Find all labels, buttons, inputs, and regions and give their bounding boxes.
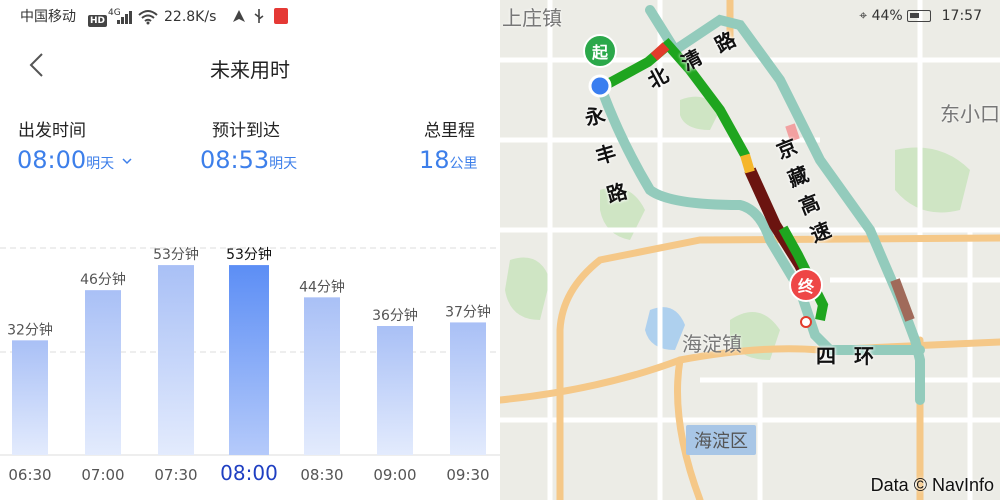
depart-day: 明天: [86, 156, 115, 172]
carrier-name: 中国移动: [20, 9, 76, 25]
bar-value-label: 53分钟: [153, 246, 199, 263]
total-distance: 18公里: [419, 146, 478, 174]
start-marker[interactable]: 起: [583, 34, 617, 68]
travel-time-chart: 32分钟 06:30 46分钟 07:00 53分钟 07:30 53分钟 08:00 44分钟…: [0, 246, 500, 485]
chart-bar-selected[interactable]: [229, 265, 269, 455]
chart-bar[interactable]: [450, 322, 486, 455]
x-tick-label[interactable]: 09:30: [446, 466, 489, 484]
bar-value-label: 44分钟: [299, 278, 345, 295]
wifi-icon: [138, 10, 158, 25]
location-icon: ⌖: [859, 8, 868, 24]
route-segment-slow: [740, 153, 755, 174]
place-label-dongxiaokou: 东小口: [940, 102, 1000, 126]
signal-icon: [117, 11, 132, 24]
arrive-time-value: 08:53: [200, 146, 270, 174]
future-time-panel: 中国移动 HD 4G 22.8K/s 未来用时 出发时间 08:00明天 预计到…: [0, 0, 500, 500]
x-tick-label[interactable]: 06:30: [8, 466, 51, 484]
end-marker[interactable]: 终: [789, 268, 823, 302]
park-area: [895, 147, 970, 213]
chart-bar[interactable]: [85, 290, 121, 455]
park-area: [505, 257, 550, 320]
chart-bar[interactable]: [304, 297, 340, 455]
battery-percent: 44%: [871, 8, 903, 24]
chevron-down-icon: [122, 158, 132, 165]
bar-value-label: 53分钟: [226, 246, 272, 263]
bar-value-label: 32分钟: [7, 321, 53, 338]
depart-time: 08:00: [17, 146, 87, 174]
place-label-shangzhuang: 上庄镇: [502, 6, 562, 30]
place-label-haidian-town: 海淀镇: [682, 332, 742, 356]
distance-unit: 公里: [449, 156, 478, 172]
x-tick-label[interactable]: 09:00: [373, 466, 416, 484]
microphone-icon: [274, 8, 288, 29]
chart-bar[interactable]: [377, 326, 413, 455]
arrive-day: 明天: [269, 156, 298, 172]
distance-label: 总里程: [424, 121, 475, 141]
road-label-fourth-ring: 四环: [816, 344, 892, 368]
bar-value-label: 46分钟: [80, 271, 126, 288]
x-tick-label[interactable]: 08:30: [300, 466, 343, 484]
x-tick-label[interactable]: 07:00: [81, 466, 124, 484]
x-tick-label-selected[interactable]: 08:00: [220, 461, 278, 485]
distance-value: 18: [419, 146, 450, 174]
page-title: 未来用时: [210, 58, 290, 82]
hd-badge: HD: [88, 15, 108, 27]
depart-time-selector[interactable]: 08:00明天: [17, 146, 132, 174]
chart-bar[interactable]: [158, 265, 194, 455]
district-label-haidian: 海淀区: [686, 425, 756, 455]
map-status-bar: ⌖ 44% 17:57: [859, 8, 982, 24]
arrive-label: 预计到达: [212, 121, 280, 141]
clock: 17:57: [941, 8, 982, 24]
current-location-dot: [588, 74, 612, 98]
route-map[interactable]: ⌖ 44% 17:57 起 终 上庄镇 东小口 海淀镇 海淀区 北清路 永丰路 …: [500, 0, 1000, 500]
bar-value-label: 36分钟: [372, 307, 418, 324]
end-pin-base: [800, 316, 812, 328]
x-tick-label[interactable]: 07:30: [154, 466, 197, 484]
network-speed: 22.8K/s: [164, 9, 217, 25]
usb-icon: [254, 9, 264, 23]
map-data-credit: Data © NavInfo: [870, 475, 994, 495]
nav-bar: 未来用时: [0, 44, 500, 88]
traffic-slow-section: [890, 278, 915, 322]
arrive-time: 08:53明天: [200, 146, 297, 174]
battery-icon: [907, 10, 932, 22]
bar-value-label: 37分钟: [445, 303, 491, 320]
chart-bar[interactable]: [12, 340, 48, 455]
depart-label: 出发时间: [18, 121, 86, 141]
navigation-arrow-icon: [233, 10, 245, 22]
lake: [645, 307, 685, 350]
status-bar: 中国移动 HD 4G 22.8K/s: [0, 0, 500, 34]
